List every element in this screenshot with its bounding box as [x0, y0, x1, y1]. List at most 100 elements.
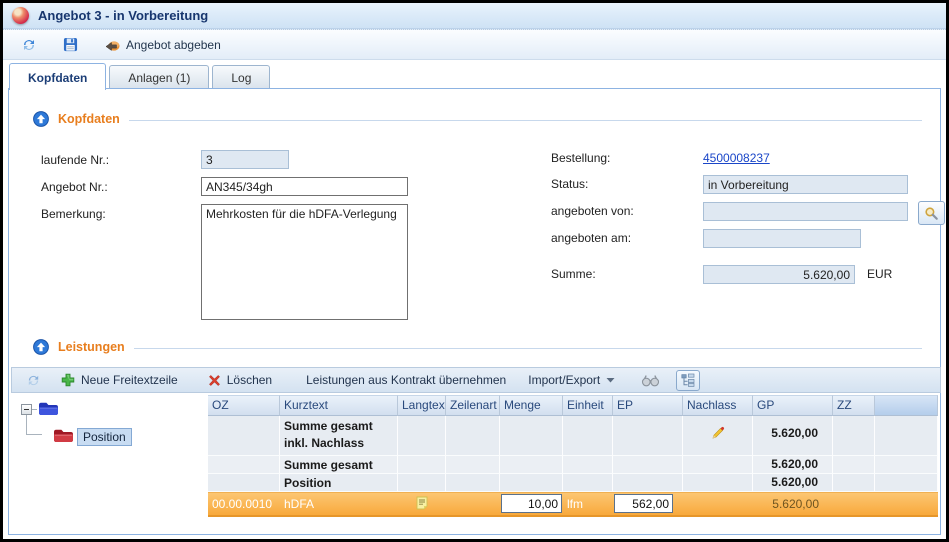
angeboten-von-field	[703, 202, 908, 221]
cell-zeilenart	[446, 492, 500, 517]
column-header-menge[interactable]: Menge	[500, 395, 563, 416]
tab-anlagen[interactable]: Anlagen (1)	[109, 65, 209, 89]
langtext-note-icon[interactable]	[415, 496, 429, 510]
cell-kurztext: Summe gesamt	[280, 456, 398, 474]
column-header-kurztext[interactable]: Kurztext	[280, 395, 398, 416]
cell-ep	[613, 474, 683, 492]
leistungen-toolbar: Neue Freitextzeile Löschen Leistungen au…	[11, 367, 941, 393]
column-header-langtext[interactable]: Langtext	[398, 395, 446, 416]
cell-nachlass	[683, 474, 753, 492]
cell-ep	[613, 456, 683, 474]
status-label: Status:	[551, 177, 588, 191]
table-row-item-selected[interactable]: 00.00.0010 hDFA lfm 5.620,00	[208, 492, 938, 517]
angeboten-von-label: angeboten von:	[551, 204, 634, 218]
column-header-gp[interactable]: GP	[753, 395, 833, 416]
leistungen-table: OZ Kurztext Langtext Zeilenart Menge Ein…	[208, 395, 938, 517]
cell-einheit	[563, 416, 613, 456]
save-button[interactable]	[57, 34, 84, 55]
position-tree-panel: Position	[11, 395, 207, 525]
kopfdaten-section-header: Kopfdaten	[33, 111, 922, 127]
bestellung-link[interactable]: 4500008237	[703, 151, 770, 165]
from-contract-label: Leistungen aus Kontrakt übernehmen	[306, 373, 506, 387]
plus-icon	[61, 373, 75, 387]
cell-einheit: lfm	[563, 492, 613, 517]
table-row-position[interactable]: Position 5.620,00	[208, 474, 938, 492]
cell-langtext	[398, 492, 446, 517]
column-header-ep[interactable]: EP	[613, 395, 683, 416]
cell-filler	[875, 474, 938, 492]
table-row-summe-gesamt[interactable]: Summe gesamt 5.620,00	[208, 456, 938, 474]
bemerkung-field[interactable]: Mehrkosten für die hDFA-Verlegung	[201, 204, 408, 320]
tab-kopfdaten[interactable]: Kopfdaten	[9, 63, 106, 90]
column-header-nachlass[interactable]: Nachlass	[683, 395, 753, 416]
column-header-einheit[interactable]: Einheit	[563, 395, 613, 416]
delete-label: Löschen	[227, 373, 272, 387]
tree-collapse-expander[interactable]	[21, 404, 32, 415]
tab-log[interactable]: Log	[212, 65, 270, 89]
cell-filler	[875, 416, 938, 456]
section-divider	[129, 120, 922, 121]
angebot-nr-field[interactable]	[201, 177, 408, 196]
collapse-up-icon[interactable]	[33, 339, 49, 355]
cell-langtext	[398, 474, 446, 492]
title-bar: Angebot 3 - in Vorbereitung	[3, 3, 946, 29]
new-freetext-row-button[interactable]: Neue Freitextzeile	[55, 370, 184, 390]
tree-node-position[interactable]: Position	[77, 428, 132, 446]
cell-zeilenart	[446, 456, 500, 474]
cell-langtext	[398, 456, 446, 474]
cell-nachlass	[683, 456, 753, 474]
chevron-down-icon	[606, 377, 615, 383]
magnifier-icon	[924, 206, 939, 221]
submit-offer-label: Angebot abgeben	[126, 38, 221, 52]
refresh-button[interactable]	[15, 34, 43, 56]
cell-ep	[613, 492, 683, 517]
table-row-summe-inkl-nachlass[interactable]: Summe gesamt inkl. Nachlass 5.620,00	[208, 416, 938, 456]
cell-oz	[208, 456, 280, 474]
cell-menge	[500, 474, 563, 492]
application-window: Angebot 3 - in Vorbereitung Angebot abge…	[0, 0, 949, 542]
bemerkung-label: Bemerkung:	[41, 207, 106, 221]
binoculars-icon	[641, 374, 660, 387]
tree-view-toggle-button[interactable]	[676, 370, 700, 391]
table-header-row: OZ Kurztext Langtext Zeilenart Menge Ein…	[208, 395, 938, 416]
import-export-menu-button[interactable]: Import/Export	[522, 370, 621, 390]
cell-zeilenart	[446, 474, 500, 492]
leistungen-refresh-button[interactable]	[20, 370, 47, 391]
save-icon	[63, 37, 78, 52]
cell-filler	[875, 492, 938, 517]
cell-oz	[208, 416, 280, 456]
collapse-up-icon[interactable]	[33, 111, 49, 127]
submit-offer-icon	[104, 38, 120, 52]
submit-offer-button[interactable]: Angebot abgeben	[98, 35, 227, 55]
cell-gp: 5.620,00	[753, 416, 833, 456]
column-header-zeilenart[interactable]: Zeilenart	[446, 395, 500, 416]
angeboten-am-field	[703, 229, 861, 248]
summe-field	[703, 265, 855, 284]
main-toolbar: Angebot abgeben	[3, 29, 946, 60]
cell-nachlass	[683, 416, 753, 456]
cell-kurztext: hDFA	[280, 492, 398, 517]
edit-nachlass-pencil-icon[interactable]	[710, 426, 725, 441]
tab-strip: Kopfdaten Anlagen (1) Log	[3, 60, 946, 89]
menge-input[interactable]	[501, 494, 562, 513]
summe-label: Summe:	[551, 267, 596, 281]
column-header-zz[interactable]: ZZ	[833, 395, 875, 416]
position-folder-icon[interactable]	[53, 428, 74, 444]
from-contract-button[interactable]: Leistungen aus Kontrakt übernehmen	[300, 370, 512, 390]
status-field	[703, 175, 908, 194]
cell-ep	[613, 416, 683, 456]
cell-einheit	[563, 456, 613, 474]
section-divider	[134, 348, 922, 349]
laufende-nr-label: laufende Nr.:	[41, 153, 109, 167]
ep-input[interactable]	[614, 494, 673, 513]
cell-menge	[500, 416, 563, 456]
column-header-oz[interactable]: OZ	[208, 395, 280, 416]
delete-button[interactable]: Löschen	[202, 370, 278, 390]
cell-filler	[875, 456, 938, 474]
bestellung-label: Bestellung:	[551, 151, 610, 165]
cell-gp: 5.620,00	[753, 474, 833, 492]
angeboten-von-lookup-button[interactable]	[918, 201, 945, 225]
cell-gp: 5.620,00	[753, 456, 833, 474]
view-button[interactable]	[635, 371, 666, 390]
cell-oz: 00.00.0010	[208, 492, 280, 517]
